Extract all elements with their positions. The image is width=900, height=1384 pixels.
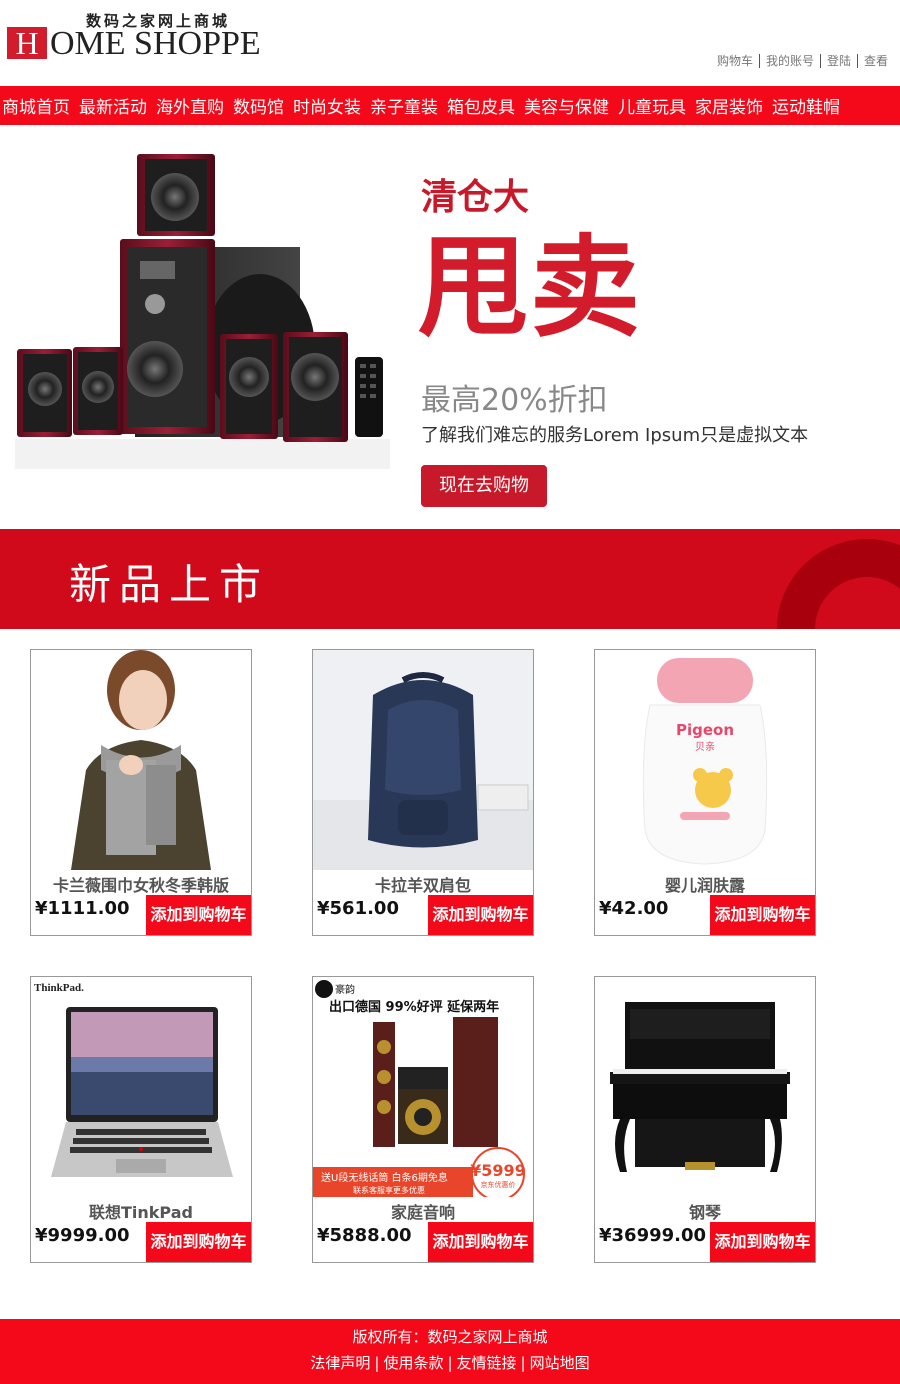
cart-link[interactable]: 购物车 <box>711 54 759 68</box>
add-to-cart-button[interactable]: 添加到购物车 <box>428 895 533 935</box>
laptop-image: ThinkPad. <box>31 977 251 1197</box>
nav-item-kids-clothing[interactable]: 亲子童装 <box>368 93 438 118</box>
scarf-woman-image <box>31 650 251 870</box>
speaker-system-image <box>15 154 390 469</box>
product-card[interactable]: ThinkPad. 联想TinkPad ¥9999.00 添加到购物车 <box>30 976 252 1263</box>
nav-item-overseas[interactable]: 海外直购 <box>154 93 224 118</box>
product-card[interactable]: 卡兰薇围巾女秋冬季韩版 ¥1111.00 添加到购物车 <box>30 649 252 936</box>
product-card[interactable]: 豪韵 出口德国 99%好评 延保两年 送U段无线话筒 白条6期免息 联系客服享更… <box>312 976 534 1263</box>
product-name[interactable]: 卡拉羊双肩包 <box>313 872 533 896</box>
add-to-cart-button[interactable]: 添加到购物车 <box>710 1222 815 1262</box>
section-title: 新品上市 <box>69 560 270 609</box>
product-name[interactable]: 钢琴 <box>595 1199 815 1223</box>
product-name[interactable]: 联想TinkPad <box>31 1199 251 1223</box>
lotion-bottle-image: Pigeon 贝亲 <box>595 650 815 870</box>
footer-separator: | <box>520 1354 526 1372</box>
add-to-cart-button[interactable]: 添加到购物车 <box>146 1222 251 1262</box>
footer-separator: | <box>447 1354 453 1372</box>
nav-item-events[interactable]: 最新活动 <box>77 93 147 118</box>
product-card[interactable]: 卡拉羊双肩包 ¥561.00 添加到购物车 <box>312 649 534 936</box>
top-links: 购物车 我的账号 登陆 查看 <box>711 54 894 68</box>
nav-item-bags[interactable]: 箱包皮具 <box>445 93 515 118</box>
lotion-label-text: 贝亲 <box>695 740 715 753</box>
footer-links: 法律声明 | 使用条款 | 友情链接 | 网站地图 <box>0 1352 900 1373</box>
nav-item-home-decor[interactable]: 家居装饰 <box>693 93 763 118</box>
audio-price-badge: ¥5999 <box>470 1161 526 1180</box>
audio-price-note: 京东优惠价 <box>481 1180 516 1189</box>
promo-banner: 清仓大 甩卖 最高20%折扣 了解我们难忘的服务Lorem Ipsum只是虚拟文… <box>0 125 900 529</box>
product-image-piano[interactable] <box>595 977 815 1197</box>
footer-link-sitemap[interactable]: 网站地图 <box>530 1354 590 1372</box>
banner-headline: 甩卖 <box>418 224 642 352</box>
piano-image <box>595 977 815 1197</box>
product-name[interactable]: 婴儿润肤露 <box>595 872 815 896</box>
home-audio-image: 豪韵 出口德国 99%好评 延保两年 送U段无线话筒 白条6期免息 联系客服享更… <box>313 977 533 1197</box>
nav-item-sports[interactable]: 运动鞋帽 <box>770 93 840 118</box>
banner-title: 清仓大 <box>421 177 530 218</box>
lotion-brand-text: Pigeon <box>676 721 734 739</box>
banner-description: 了解我们难忘的服务Lorem Ipsum只是虚拟文本 <box>421 425 809 446</box>
product-card[interactable]: Pigeon 贝亲 婴儿润肤露 ¥42.00 添加到购物车 <box>594 649 816 936</box>
product-image-home-audio[interactable]: 豪韵 出口德国 99%好评 延保两年 送U段无线话筒 白条6期免息 联系客服享更… <box>313 977 533 1197</box>
nav-item-beauty[interactable]: 美容与保健 <box>522 93 609 118</box>
nav-item-toys[interactable]: 儿童玩具 <box>616 93 686 118</box>
product-price: ¥36999.00 <box>599 1225 707 1246</box>
product-card[interactable]: 钢琴 ¥36999.00 添加到购物车 <box>594 976 816 1263</box>
audio-headline-text: 出口德国 99%好评 延保两年 <box>329 999 499 1015</box>
decorative-arc <box>777 539 900 629</box>
logo-initial[interactable]: H <box>7 27 47 60</box>
product-name[interactable]: 家庭音响 <box>313 1199 533 1223</box>
footer-link-friends[interactable]: 友情链接 <box>457 1354 517 1372</box>
audio-brand-text: 豪韵 <box>335 983 355 996</box>
product-price: ¥42.00 <box>599 898 669 919</box>
logo-text[interactable]: OME SHOPPE <box>50 25 261 63</box>
nav-item-home[interactable]: 商城首页 <box>0 93 70 118</box>
add-to-cart-button[interactable]: 添加到购物车 <box>146 895 251 935</box>
add-to-cart-button[interactable]: 添加到购物车 <box>428 1222 533 1262</box>
product-price: ¥561.00 <box>317 898 399 919</box>
banner-discount: 最高20%折扣 <box>421 383 608 418</box>
footer-separator: | <box>374 1354 380 1372</box>
product-image-scarf[interactable] <box>31 650 251 870</box>
nav-item-women[interactable]: 时尚女装 <box>291 93 361 118</box>
nav-item-digital[interactable]: 数码馆 <box>231 93 284 118</box>
login-link[interactable]: 登陆 <box>819 54 857 68</box>
add-to-cart-button[interactable]: 添加到购物车 <box>710 895 815 935</box>
main-nav: 商城首页 最新活动 海外直购 数码馆 时尚女装 亲子童装 箱包皮具 美容与保健 … <box>0 86 900 125</box>
view-link[interactable]: 查看 <box>856 54 894 68</box>
footer: 版权所有：数码之家网上商城 法律声明 | 使用条款 | 友情链接 | 网站地图 <box>0 1319 900 1384</box>
footer-link-terms[interactable]: 使用条款 <box>383 1354 443 1372</box>
product-name[interactable]: 卡兰薇围巾女秋冬季韩版 <box>31 872 251 896</box>
product-image-backpack[interactable] <box>313 650 533 870</box>
footer-copyright: 版权所有：数码之家网上商城 <box>352 1328 548 1346</box>
product-image-laptop[interactable]: ThinkPad. <box>31 977 251 1197</box>
product-price: ¥5888.00 <box>317 1225 412 1246</box>
new-arrivals-header: 新品上市 <box>0 529 900 629</box>
shop-now-button[interactable]: 现在去购物 <box>421 465 547 507</box>
product-image-lotion[interactable]: Pigeon 贝亲 <box>595 650 815 870</box>
backpack-image <box>313 650 533 870</box>
laptop-brand-text: ThinkPad. <box>34 982 84 994</box>
audio-promo-note: 联系客服享更多优惠 <box>353 1185 425 1195</box>
my-account-link[interactable]: 我的账号 <box>758 54 820 68</box>
audio-promo-text: 送U段无线话筒 白条6期免息 <box>321 1171 448 1184</box>
footer-link-legal[interactable]: 法律声明 <box>310 1354 370 1372</box>
header: 数码之家网上商城 H OME SHOPPE 购物车 我的账号 登陆 查看 <box>0 0 900 86</box>
product-price: ¥9999.00 <box>35 1225 130 1246</box>
product-price: ¥1111.00 <box>35 898 130 919</box>
